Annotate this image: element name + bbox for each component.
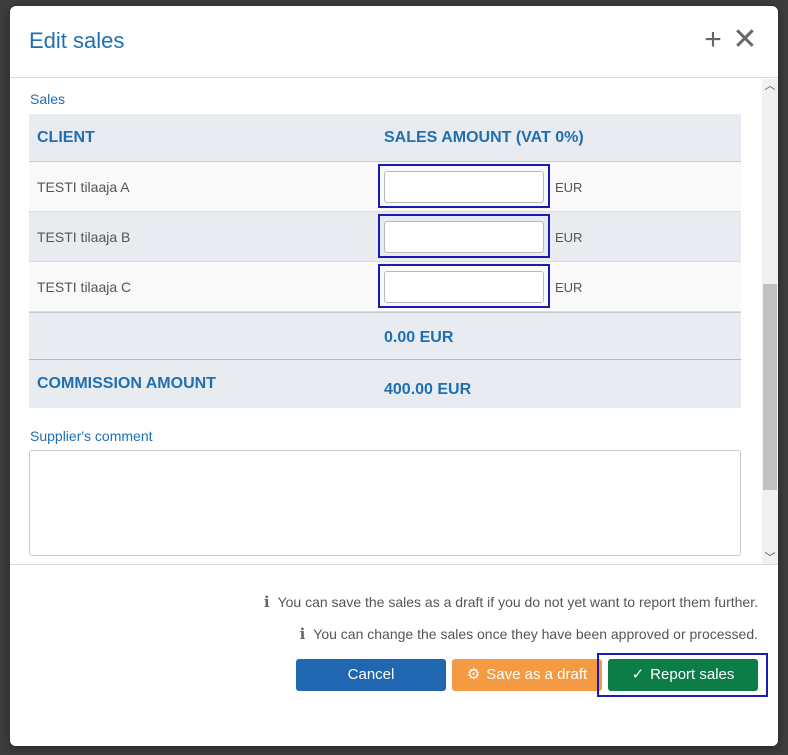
supplier-comment-label: Supplier's comment <box>30 428 153 444</box>
commission-value: 400.00 EUR <box>384 381 472 398</box>
dialog-body[interactable]: Sales CLIENT SALES AMOUNT (VAT 0%) TESTI… <box>10 79 778 565</box>
commission-label: COMMISSION AMOUNT <box>37 375 216 392</box>
close-icon[interactable]: ✕ <box>732 24 758 56</box>
client-name: TESTI tilaaja C <box>37 279 132 295</box>
commission-row: COMMISSION AMOUNT 400.00 EUR <box>29 360 741 408</box>
cancel-button[interactable]: Cancel <box>296 659 446 691</box>
dialog-title: Edit sales <box>29 28 125 53</box>
check-circle-icon: ✓ <box>631 666 645 683</box>
scrollbar[interactable]: ︿ ﹀ <box>762 79 778 565</box>
plus-icon[interactable]: + <box>700 24 726 56</box>
sales-section-label: Sales <box>30 91 66 107</box>
sales-total: 0.00 EUR <box>384 329 454 346</box>
gears-icon: ⚙ <box>466 666 481 683</box>
table-row: TESTI tilaaja A EUR <box>29 162 741 212</box>
info-icon: i <box>299 625 306 643</box>
report-sales-button-label: Report sales <box>650 666 735 683</box>
client-name: TESTI tilaaja B <box>37 229 131 245</box>
currency-label: EUR <box>555 280 583 295</box>
total-row: 0.00 EUR <box>29 312 741 360</box>
cancel-button-label: Cancel <box>347 666 395 683</box>
sales-amount-input-c[interactable] <box>384 271 544 303</box>
info-text: You can save the sales as a draft if you… <box>277 594 758 610</box>
scroll-thumb[interactable] <box>763 284 777 490</box>
dialog-header: Edit sales + ✕ <box>10 6 778 78</box>
currency-label: EUR <box>555 230 583 245</box>
save-draft-button-label: Save as a draft <box>486 666 588 683</box>
edit-sales-dialog: Edit sales + ✕ Sales CLIENT SALES AMOUNT… <box>10 6 778 746</box>
supplier-comment-field[interactable] <box>29 450 741 556</box>
scroll-down-icon[interactable]: ﹀ <box>762 551 778 565</box>
dialog-footer: i You can save the sales as a draft if y… <box>10 564 778 746</box>
sales-table: CLIENT SALES AMOUNT (VAT 0%) TESTI tilaa… <box>29 114 741 408</box>
currency-label: EUR <box>555 180 583 195</box>
save-draft-button[interactable]: ⚙ Save as a draft <box>452 659 602 691</box>
table-row: TESTI tilaaja B EUR <box>29 212 741 262</box>
info-line: i You can save the sales as a draft if y… <box>264 593 758 611</box>
client-name: TESTI tilaaja A <box>37 179 130 195</box>
table-header-row: CLIENT SALES AMOUNT (VAT 0%) <box>29 114 741 162</box>
sales-amount-input-b[interactable] <box>384 221 544 253</box>
info-icon: i <box>263 593 270 611</box>
scroll-up-icon[interactable]: ︿ <box>762 79 778 93</box>
report-sales-button[interactable]: ✓ Report sales <box>608 659 758 691</box>
info-text: You can change the sales once they have … <box>313 626 758 642</box>
sales-amount-input-a[interactable] <box>384 171 544 203</box>
column-header-client: CLIENT <box>37 129 95 146</box>
info-line: i You can change the sales once they hav… <box>300 625 758 643</box>
column-header-sales-amount: SALES AMOUNT (VAT 0%) <box>384 129 584 146</box>
table-row: TESTI tilaaja C EUR <box>29 262 741 312</box>
